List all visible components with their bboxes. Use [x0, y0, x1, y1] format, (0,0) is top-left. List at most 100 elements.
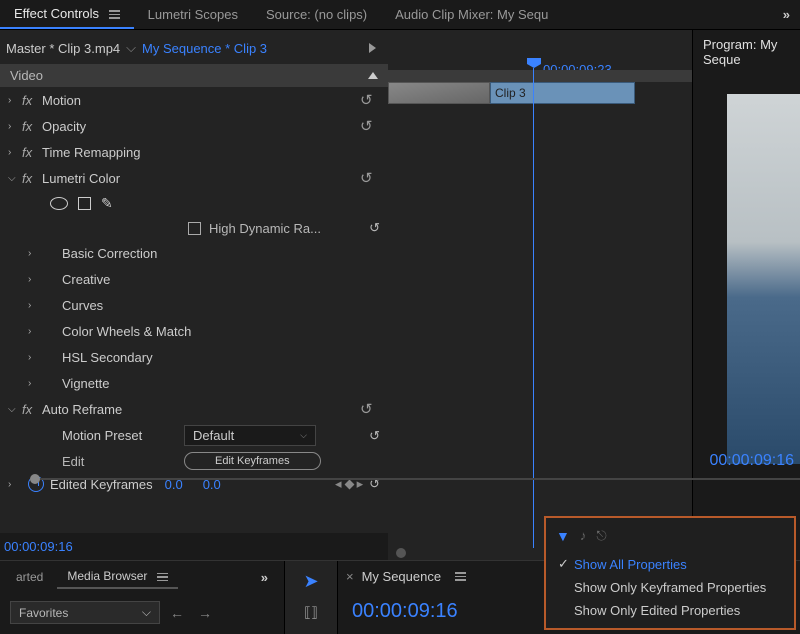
share-icon[interactable]: ⎋	[596, 528, 606, 544]
effect-time-remapping[interactable]: › fx Time Remapping	[0, 139, 388, 165]
reset-icon[interactable]: ↺	[369, 220, 380, 236]
playhead-marker-icon[interactable]	[527, 58, 541, 68]
collapse-icon[interactable]: ⌵	[8, 404, 22, 415]
tab-program[interactable]: Program: My Seque	[693, 30, 800, 74]
timeline-toolbar: ➤ ⟦⟧	[284, 561, 338, 634]
tab-lumetri-scopes[interactable]: Lumetri Scopes	[134, 1, 252, 28]
clip-bar-inactive[interactable]	[388, 82, 490, 104]
lumetri-curves[interactable]: ›Curves	[0, 292, 388, 318]
effect-lumetri-color[interactable]: ⌵ fx Lumetri Color ↺	[0, 165, 388, 191]
fx-badge-icon[interactable]: fx	[22, 93, 42, 108]
fx-badge-icon[interactable]: fx	[22, 402, 42, 417]
reset-icon[interactable]: ↺	[369, 428, 380, 444]
lumetri-creative[interactable]: ›Creative	[0, 266, 388, 292]
tab-source[interactable]: Source: (no clips)	[252, 1, 381, 28]
menu-show-edited-properties[interactable]: Show Only Edited Properties	[546, 599, 794, 622]
sequence-tab[interactable]: My Sequence	[362, 569, 442, 584]
effect-auto-reframe[interactable]: ⌵ fx Auto Reframe ↺	[0, 396, 388, 422]
reset-icon[interactable]: ↺	[360, 169, 380, 187]
effect-controls-panel: Master * Clip 3.mp4 ⌵ My Sequence * Clip…	[0, 30, 388, 560]
program-timecode[interactable]: 00:00:09:16	[709, 452, 794, 470]
panel-menu-icon[interactable]	[157, 573, 168, 582]
expand-icon[interactable]: ›	[28, 248, 42, 259]
motion-preset-dropdown[interactable]: Default ⌵	[184, 425, 316, 446]
expand-icon[interactable]: ›	[28, 326, 42, 337]
reset-icon[interactable]: ↺	[360, 400, 380, 418]
program-scrubber[interactable]	[30, 478, 800, 480]
sequence-clip-label[interactable]: My Sequence * Clip 3	[142, 41, 267, 56]
expand-icon[interactable]: ›	[28, 378, 42, 389]
tab-arted[interactable]: arted	[6, 566, 53, 588]
pen-mask-icon[interactable]: ✎	[101, 195, 113, 212]
program-video-preview[interactable]	[727, 94, 800, 464]
expand-icon[interactable]: ›	[8, 479, 22, 490]
tab-overflow-icon[interactable]: »	[773, 7, 800, 22]
chevron-down-icon[interactable]: ⌵	[126, 40, 136, 56]
nav-forward-icon[interactable]: →	[194, 605, 216, 621]
collapse-up-icon[interactable]	[368, 72, 378, 79]
reset-icon[interactable]: ↺	[360, 117, 380, 135]
hdr-option[interactable]: High Dynamic Ra... ↺	[0, 216, 388, 240]
panel-timecode[interactable]: 00:00:09:16	[0, 533, 388, 560]
expand-icon[interactable]: ›	[8, 147, 22, 158]
nav-back-icon[interactable]: ←	[166, 605, 188, 621]
chevron-down-icon: ⌵	[142, 605, 151, 620]
expand-icon[interactable]: ›	[8, 95, 22, 106]
audio-pin-icon[interactable]: ♪	[580, 528, 587, 544]
expand-icon[interactable]: ›	[28, 274, 42, 285]
tab-overflow-icon[interactable]: »	[251, 570, 278, 585]
effect-timeline[interactable]: 00:00:09:23 Clip 3	[388, 30, 692, 560]
fx-badge-icon[interactable]: fx	[22, 145, 42, 160]
close-tab-icon[interactable]: ×	[346, 569, 354, 584]
ellipse-mask-icon[interactable]	[50, 197, 68, 210]
reset-icon[interactable]: ↺	[360, 91, 380, 109]
program-monitor-panel: Program: My Seque 00:00:09:16	[692, 30, 800, 560]
clip-breadcrumb: Master * Clip 3.mp4 ⌵ My Sequence * Clip…	[0, 30, 388, 64]
tab-audio-mixer[interactable]: Audio Clip Mixer: My Sequ	[381, 1, 562, 28]
chevron-down-icon: ⌵	[300, 430, 307, 441]
effect-motion[interactable]: › fx Motion ↺	[0, 87, 388, 113]
lumetri-color-wheels[interactable]: ›Color Wheels & Match	[0, 318, 388, 344]
filter-properties-menu: ▼ ♪ ⎋ ✓ Show All Properties Show Only Ke…	[544, 516, 796, 630]
lumetri-basic-correction[interactable]: ›Basic Correction	[0, 240, 388, 266]
collapse-icon[interactable]: ⌵	[8, 173, 22, 184]
play-icon[interactable]	[369, 43, 376, 53]
lumetri-vignette[interactable]: ›Vignette	[0, 370, 388, 396]
panel-menu-icon[interactable]	[109, 10, 120, 19]
rectangle-mask-icon[interactable]	[78, 197, 91, 210]
scrubber-handle[interactable]	[30, 474, 40, 484]
clip-bar-active[interactable]: Clip 3	[490, 82, 635, 104]
add-keyframe-icon[interactable]	[344, 479, 354, 489]
filter-icon[interactable]: ▼	[556, 528, 570, 544]
menu-show-all-properties[interactable]: ✓ Show All Properties	[546, 552, 794, 576]
master-clip-label: Master * Clip 3.mp4	[6, 41, 120, 56]
playhead-line[interactable]	[533, 68, 534, 548]
tab-media-browser[interactable]: Media Browser	[57, 565, 177, 589]
effect-list: › fx Motion ↺ › fx Opacity ↺ › fx Time R…	[0, 87, 388, 533]
selection-tool-icon[interactable]: ➤	[303, 571, 318, 592]
expand-icon[interactable]: ›	[28, 352, 42, 363]
motion-preset-row: Motion Preset Default ⌵ ↺	[0, 422, 388, 449]
panel-tab-bar: Effect Controls Lumetri Scopes Source: (…	[0, 0, 800, 30]
effect-opacity[interactable]: › fx Opacity ↺	[0, 113, 388, 139]
edit-keyframes-button[interactable]: Edit Keyframes	[184, 452, 321, 470]
project-panel: arted Media Browser » Favorites ⌵ ← →	[0, 561, 284, 634]
expand-icon[interactable]: ›	[28, 300, 42, 311]
tab-effect-controls[interactable]: Effect Controls	[0, 0, 134, 29]
expand-icon[interactable]: ›	[8, 121, 22, 132]
timeline-ruler[interactable]	[388, 70, 692, 82]
menu-show-keyframed-properties[interactable]: Show Only Keyframed Properties	[546, 576, 794, 599]
panel-menu-icon[interactable]	[455, 572, 466, 581]
check-icon: ✓	[558, 556, 574, 572]
fx-badge-icon[interactable]: fx	[22, 171, 42, 186]
zoom-handle-left[interactable]	[396, 548, 406, 558]
checkbox-icon[interactable]	[188, 222, 201, 235]
ripple-tool-icon[interactable]: ⟦⟧	[304, 604, 318, 621]
lumetri-hsl-secondary[interactable]: ›HSL Secondary	[0, 344, 388, 370]
video-section-header[interactable]: Video	[0, 64, 388, 87]
edit-row: Edit Edit Keyframes	[0, 449, 388, 473]
lumetri-mask-tools: ✎	[0, 191, 388, 216]
edited-keyframes-row: › Edited Keyframes 0.0 0.0 ◂ ▸ ↺	[0, 473, 388, 495]
fx-badge-icon[interactable]: fx	[22, 119, 42, 134]
favorites-dropdown[interactable]: Favorites ⌵	[10, 601, 160, 624]
